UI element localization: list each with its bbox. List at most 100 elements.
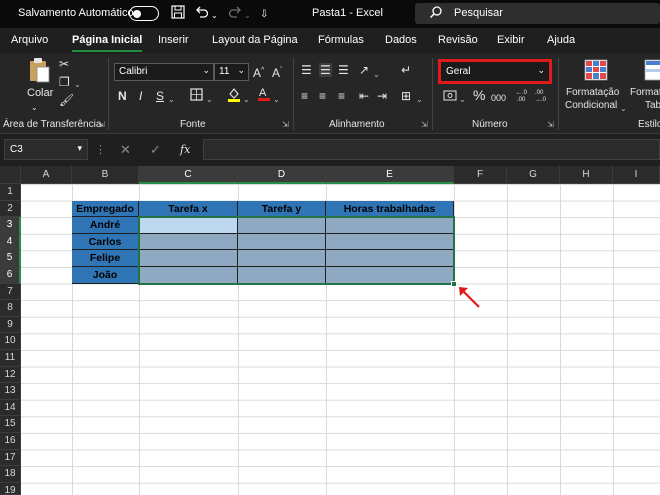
font-color-dropdown-icon[interactable]: ⌄	[273, 93, 280, 107]
tab-formulas[interactable]: Fórmulas	[318, 34, 364, 46]
redo-icon[interactable]	[228, 5, 242, 23]
clipboard-launcher-icon[interactable]: ⇲	[98, 120, 105, 129]
name-box[interactable]: C3 ▾	[4, 139, 88, 160]
data-cell[interactable]	[139, 233, 238, 251]
row-header-11[interactable]: 11	[0, 350, 21, 367]
table-header-cell[interactable]: Horas trabalhadas	[326, 200, 454, 218]
font-color-icon[interactable]: A	[257, 86, 271, 104]
align-middle-icon[interactable]: ☰	[319, 63, 332, 77]
row-header-14[interactable]: 14	[0, 399, 21, 417]
data-cell[interactable]	[139, 250, 238, 267]
copy-icon[interactable]: ❐	[59, 75, 70, 89]
row-header-2[interactable]: 2	[0, 200, 21, 218]
format-as-table-label-1[interactable]: Formata	[630, 86, 660, 100]
insert-function-button[interactable]: fx	[180, 143, 190, 157]
row-header-16[interactable]: 16	[0, 433, 21, 450]
fill-color-icon[interactable]	[227, 87, 241, 105]
alignment-launcher-icon[interactable]: ⇲	[421, 120, 428, 129]
align-right-icon[interactable]: ≡	[338, 89, 345, 103]
employee-cell[interactable]: Felipe	[72, 250, 139, 267]
tab-revisao[interactable]: Revisão	[438, 34, 478, 46]
paste-dropdown-icon[interactable]: ⌄	[31, 101, 38, 115]
cancel-entry-icon[interactable]: ✕	[120, 143, 131, 157]
font-family-select[interactable]: Calibri ⌄	[114, 63, 214, 81]
decrease-indent-icon[interactable]: ⇤	[359, 89, 369, 103]
column-header-i[interactable]: I	[613, 166, 660, 184]
accounting-dropdown-icon[interactable]: ⌄	[459, 93, 466, 107]
employee-cell[interactable]: Carlos	[72, 233, 139, 251]
tab-ajuda[interactable]: Ajuda	[547, 34, 575, 46]
conditional-formatting-label-1[interactable]: Formatação	[566, 86, 619, 100]
row-header-1[interactable]: 1	[0, 184, 21, 201]
row-header-18[interactable]: 18	[0, 466, 21, 483]
conditional-formatting-dropdown-icon[interactable]: ⌄	[620, 102, 627, 116]
data-cell[interactable]	[326, 250, 454, 267]
font-size-select[interactable]: 11 ⌄	[214, 63, 249, 81]
number-launcher-icon[interactable]: ⇲	[547, 120, 554, 129]
align-top-icon[interactable]: ☰	[301, 63, 312, 77]
merge-dropdown-icon[interactable]: ⌄	[416, 93, 423, 107]
column-header-e[interactable]: E	[326, 166, 454, 184]
column-header-g[interactable]: G	[507, 166, 560, 184]
column-header-a[interactable]: A	[21, 166, 72, 184]
autosave-toggle[interactable]	[129, 6, 159, 21]
percent-button[interactable]: %	[473, 88, 485, 102]
borders-dropdown-icon[interactable]: ⌄	[206, 93, 213, 107]
increase-indent-icon[interactable]: ⇥	[377, 89, 387, 103]
table-header-cell[interactable]: Tarefa x	[139, 200, 238, 218]
align-bottom-icon[interactable]: ☰	[338, 63, 349, 77]
thousands-button[interactable]: 000	[491, 91, 506, 105]
more-options-icon[interactable]: ⋮	[95, 143, 106, 157]
row-header-3[interactable]: 3	[0, 217, 21, 234]
table-header-cell[interactable]: Tarefa y	[238, 200, 326, 218]
data-cell[interactable]	[238, 250, 326, 267]
align-center-icon[interactable]: ≡	[319, 89, 326, 103]
tab-pagina-inicial[interactable]: Página Inicial	[72, 34, 143, 52]
row-header-6[interactable]: 6	[0, 267, 21, 284]
tab-exibir[interactable]: Exibir	[497, 34, 525, 46]
row-header-12[interactable]: 12	[0, 366, 21, 384]
column-header-c[interactable]: C	[139, 166, 238, 184]
row-header-17[interactable]: 17	[0, 449, 21, 467]
active-cell-c3[interactable]	[139, 217, 238, 234]
column-header-h[interactable]: H	[560, 166, 613, 184]
accounting-format-icon[interactable]	[443, 89, 457, 105]
wrap-text-icon[interactable]: ↵	[401, 63, 411, 77]
borders-icon[interactable]	[190, 88, 203, 104]
tab-arquivo[interactable]: Arquivo	[11, 34, 48, 46]
number-format-select[interactable]: Geral ⌄	[438, 59, 552, 84]
customize-toolbar-icon[interactable]: ⇩	[260, 7, 268, 23]
data-cell[interactable]	[326, 217, 454, 234]
redo-dropdown-icon[interactable]: ⌄	[244, 8, 251, 24]
data-cell[interactable]	[326, 233, 454, 251]
row-header-9[interactable]: 9	[0, 316, 21, 334]
align-left-icon[interactable]: ≡	[301, 89, 308, 103]
underline-dropdown-icon[interactable]: ⌄	[168, 93, 175, 107]
tab-layout-da-pagina[interactable]: Layout da Página	[212, 34, 298, 46]
copy-dropdown-icon[interactable]: ⌄	[74, 78, 81, 92]
italic-button[interactable]: I	[139, 89, 142, 103]
format-as-table-icon[interactable]	[644, 59, 660, 84]
column-header-f[interactable]: F	[454, 166, 507, 184]
employee-cell[interactable]: João	[72, 267, 139, 284]
data-cell[interactable]	[139, 267, 238, 284]
row-header-4[interactable]: 4	[0, 233, 21, 251]
increase-font-icon[interactable]: A^	[253, 64, 264, 80]
decrease-font-icon[interactable]: Aˇ	[272, 64, 282, 80]
bold-button[interactable]: N	[118, 89, 127, 103]
conditional-formatting-label-2[interactable]: Condicional	[565, 99, 617, 113]
orientation-dropdown-icon[interactable]: ⌄	[373, 68, 380, 82]
paste-label[interactable]: Colar	[27, 86, 53, 100]
data-cell[interactable]	[238, 217, 326, 234]
table-header-cell[interactable]: Empregado	[72, 200, 139, 218]
row-header-15[interactable]: 15	[0, 416, 21, 433]
row-header-7[interactable]: 7	[0, 283, 21, 301]
data-cell[interactable]	[326, 267, 454, 284]
formula-input[interactable]	[203, 139, 660, 160]
data-cell[interactable]	[238, 233, 326, 251]
row-header-19[interactable]: 19	[0, 482, 21, 495]
conditional-formatting-icon[interactable]	[584, 59, 608, 84]
row-header-5[interactable]: 5	[0, 250, 21, 267]
row-header-13[interactable]: 13	[0, 383, 21, 400]
row-header-10[interactable]: 10	[0, 333, 21, 350]
